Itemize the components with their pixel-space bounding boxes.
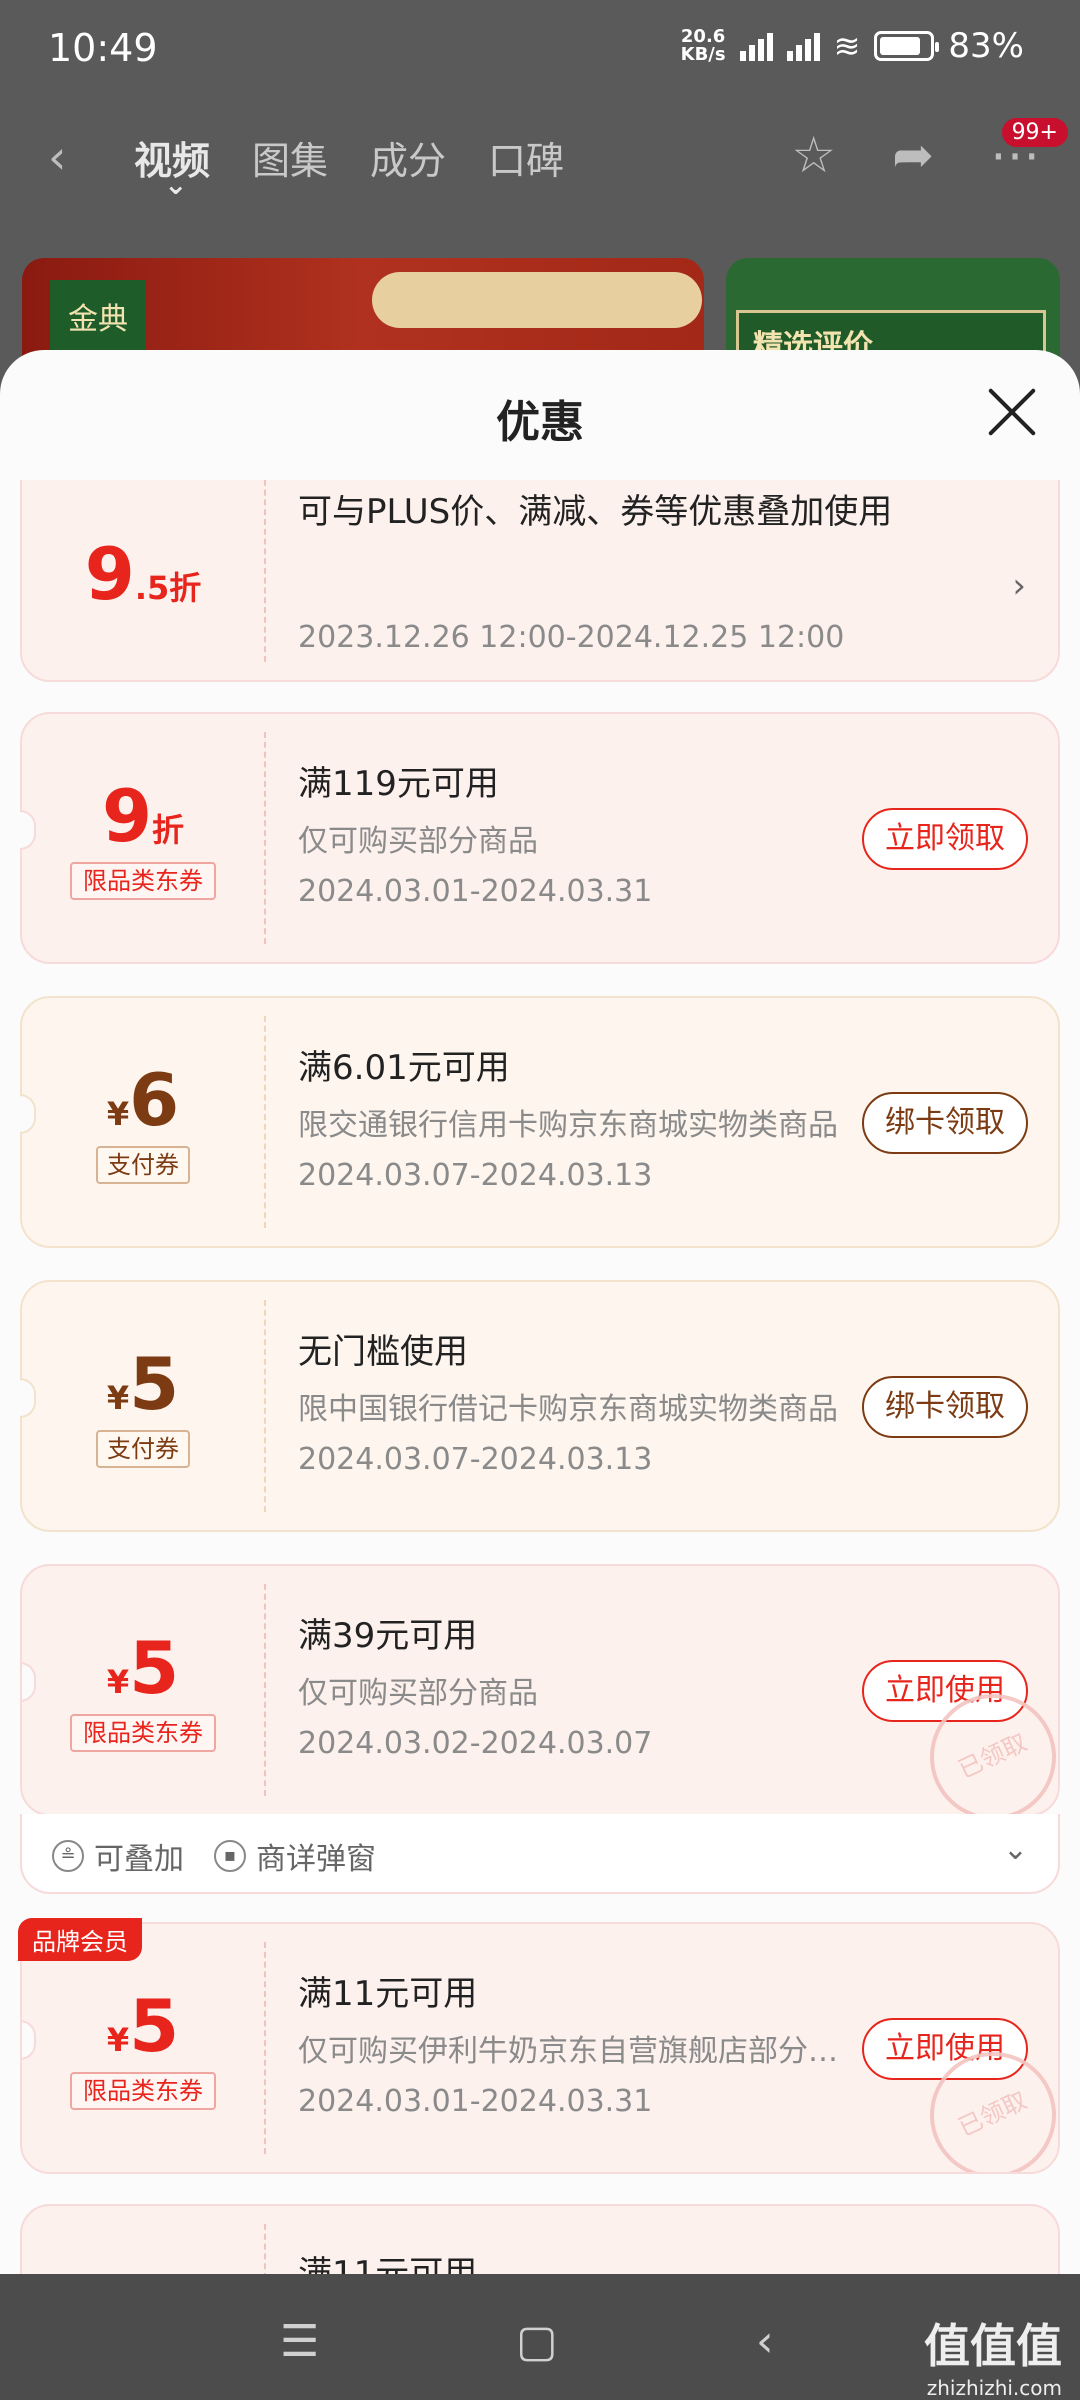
coupon-desc: 仅可购买部分商品 [298, 1676, 538, 1711]
coupon-date: 2024.03.07-2024.03.13 [298, 1442, 653, 1477]
nav-tabs: 视频 图集 成分 口碑 [134, 130, 564, 201]
stackable-label: ≗ 可叠加 [52, 1834, 184, 1878]
signal-icon [739, 31, 773, 61]
system-nav-bar: ☰ ▢ ‹ [0, 2274, 1080, 2400]
coupon-card[interactable]: 9.5折 可与PLUS价、满减、券等优惠叠加使用 2023.12.26 12:0… [20, 480, 1060, 682]
stack-icon: ≗ [52, 1840, 84, 1872]
coupon-list[interactable]: 9.5折 可与PLUS价、满减、券等优惠叠加使用 2023.12.26 12:0… [0, 480, 1080, 2274]
coupon-type-tag: 限品类东券 [70, 862, 216, 900]
coupon-type-tag: 支付券 [96, 1146, 190, 1184]
battery-percent: 83% [948, 26, 1024, 66]
divider [264, 480, 266, 662]
coupon-card[interactable]: ¥5 支付券 无门槛使用 限中国银行借记卡购京东商城实物类商品 2024.03.… [20, 1280, 1060, 1532]
coupon-amount: ¥5 [106, 1984, 180, 2068]
bind-card-button[interactable]: 绑卡领取 [862, 1092, 1028, 1154]
coupon-title: 满119元可用 [298, 764, 499, 804]
chevron-down-icon[interactable]: ⌄ [1003, 1832, 1028, 1867]
close-icon[interactable] [984, 384, 1040, 440]
coupon-date: 2024.03.02-2024.03.07 [298, 1726, 653, 1761]
coupon-title: 无门槛使用 [298, 1332, 468, 1372]
coupon-card[interactable]: 满11元可用 [20, 2204, 1060, 2274]
coupon-desc: 限中国银行借记卡购京东商城实物类商品 [298, 1392, 838, 1427]
wifi-icon: ≋ [833, 27, 861, 65]
coupon-date: 2024.03.07-2024.03.13 [298, 1158, 653, 1193]
star-icon[interactable]: ☆ [791, 126, 836, 184]
sheet-title: 优惠 [496, 397, 584, 448]
coupon-amount: ¥6 [106, 1058, 180, 1142]
coupon-amount: 9折 [101, 774, 185, 858]
coupon-date: 2023.12.26 12:00-2024.12.25 12:00 [298, 620, 845, 655]
status-time: 10:49 [48, 26, 158, 70]
watermark: 值值值 zhizhizhi.com [924, 2319, 1062, 2400]
back-icon[interactable]: ‹ [48, 130, 66, 184]
back-nav-icon[interactable]: ‹ [756, 2316, 774, 2367]
share-icon[interactable]: ➦ [892, 126, 934, 184]
coupon-card[interactable]: ¥5 限品类东券 满39元可用 仅可购买部分商品 2024.03.02-2024… [20, 1564, 1060, 1816]
coupon-type-tag: 限品类东券 [70, 2072, 216, 2110]
coupon-title: 满39元可用 [298, 1616, 478, 1656]
menu-icon[interactable]: ☰ [280, 2316, 319, 2367]
coupon-date: 2024.03.01-2024.03.31 [298, 2084, 653, 2119]
top-nav: ‹ 视频 图集 成分 口碑 ☆ ➦ ⋯ 99+ [0, 110, 1080, 201]
coupon-desc: 仅可购买伊利牛奶京东自营旗舰店部分商品 [298, 2034, 838, 2069]
coupon-card[interactable]: 9折 限品类东券 满119元可用 仅可购买部分商品 2024.03.01-202… [20, 712, 1060, 964]
ticket-icon: ▪ [214, 1840, 246, 1872]
notification-badge: 99+ [1001, 118, 1068, 147]
coupon-title: 满11元可用 [298, 1974, 478, 2014]
coupon-amount: 9.5折 [84, 532, 202, 616]
signal-icon [786, 31, 820, 61]
coupon-amount: ¥5 [106, 1626, 180, 1710]
network-speed: 20.6 KB/s [680, 26, 726, 65]
popup-label: ▪ 商详弹窗 [214, 1834, 376, 1878]
coupon-desc: 限交通银行信用卡购京东商城实物类商品 [298, 1108, 838, 1143]
brand-member-tag: 品牌会员 [18, 1918, 142, 1961]
banner-pill [372, 272, 702, 328]
tab-ingredients[interactable]: 成分 [370, 130, 446, 185]
status-icons: 20.6 KB/s ≋ 83% [681, 26, 1024, 66]
tab-reviews[interactable]: 口碑 [488, 130, 564, 185]
home-icon[interactable]: ▢ [516, 2316, 558, 2367]
coupon-amount: ¥5 [106, 1342, 180, 1426]
tab-gallery[interactable]: 图集 [252, 130, 328, 185]
coupon-card[interactable]: ¥5 限品类东券 满11元可用 仅可购买伊利牛奶京东自营旗舰店部分商品 2024… [20, 1922, 1060, 2174]
claim-button[interactable]: 立即领取 [862, 808, 1028, 870]
background-app: 10:49 20.6KB/s ≋ 83% ‹ 视频 图集 成分 口碑 ☆ ➦ ⋯ [0, 0, 1080, 400]
coupon-type-tag: 支付券 [96, 1430, 190, 1468]
battery-icon [874, 31, 940, 61]
coupon-sheet: 优惠 9.5折 可与PLUS价、满减、券等优惠叠加使用 2023.12.26 1… [0, 350, 1080, 2400]
bind-card-button[interactable]: 绑卡领取 [862, 1376, 1028, 1438]
coupon-expand-row[interactable]: ≗ 可叠加 ▪ 商详弹窗 ⌄ [20, 1814, 1060, 1894]
coupon-desc: 仅可购买部分商品 [298, 824, 538, 859]
coupon-title: 满6.01元可用 [298, 1048, 510, 1088]
status-bar: 10:49 20.6 KB/s ≋ 83% [0, 0, 1080, 100]
coupon-title: 满11元可用 [298, 2254, 478, 2274]
coupon-card[interactable]: ¥6 支付券 满6.01元可用 限交通银行信用卡购京东商城实物类商品 2024.… [20, 996, 1060, 1248]
coupon-type-tag: 限品类东券 [70, 1714, 216, 1752]
coupon-title: 可与PLUS价、满减、券等优惠叠加使用 [298, 492, 893, 532]
screen: 10:49 20.6KB/s ≋ 83% ‹ 视频 图集 成分 口碑 ☆ ➦ ⋯ [0, 0, 1080, 2400]
chevron-right-icon[interactable]: › [1012, 566, 1026, 606]
tab-video[interactable]: 视频 [134, 130, 210, 201]
coupon-date: 2024.03.01-2024.03.31 [298, 874, 653, 909]
